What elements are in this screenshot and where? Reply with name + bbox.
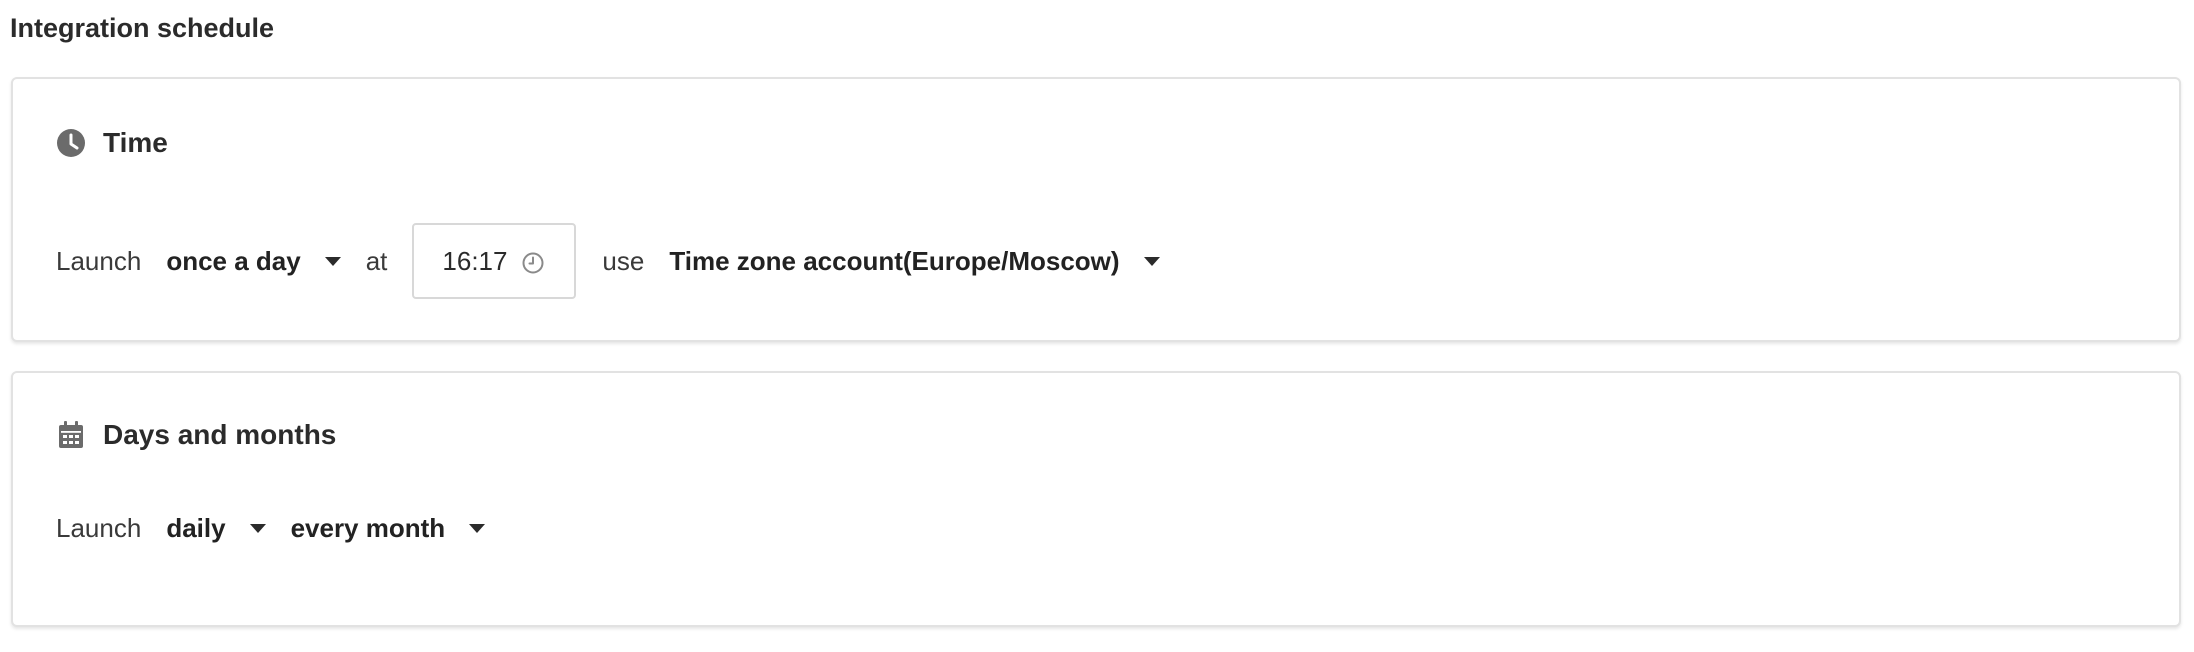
timezone-dropdown[interactable]: Time zone account(Europe/Moscow) bbox=[669, 244, 1160, 278]
time-card: Time Launch once a day at 16:17 use Time… bbox=[11, 77, 2181, 342]
frequency-dropdown[interactable]: once a day bbox=[166, 244, 341, 278]
at-label: at bbox=[365, 246, 388, 276]
months-value: every month bbox=[290, 513, 446, 543]
time-card-title: Time bbox=[103, 127, 168, 158]
timezone-value: Time zone account(Europe/Moscow) bbox=[669, 246, 1120, 276]
chevron-down-icon bbox=[324, 256, 341, 266]
months-dropdown[interactable]: every month bbox=[291, 511, 486, 545]
time-card-header: Time bbox=[55, 125, 168, 161]
clock-icon bbox=[55, 127, 87, 159]
clock-outline-icon[interactable] bbox=[521, 249, 545, 274]
integration-schedule-page: Integration schedule Time Launch once a … bbox=[0, 0, 2194, 652]
use-label: use bbox=[602, 246, 645, 276]
chevron-down-icon bbox=[469, 523, 486, 533]
days-value: daily bbox=[166, 513, 226, 543]
calendar-icon bbox=[55, 419, 87, 451]
days-card-title: Days and months bbox=[103, 419, 337, 450]
launch-label: Launch bbox=[56, 513, 142, 543]
time-launch-row: Launch once a day at 16:17 use Time zone… bbox=[56, 223, 1160, 299]
days-months-card: Days and months Launch daily every month bbox=[11, 371, 2181, 627]
time-input[interactable]: 16:17 bbox=[412, 223, 577, 299]
page-title: Integration schedule bbox=[10, 13, 275, 43]
chevron-down-icon bbox=[1143, 256, 1160, 266]
frequency-value: once a day bbox=[166, 246, 301, 276]
time-value: 16:17 bbox=[442, 246, 508, 276]
days-card-header: Days and months bbox=[55, 417, 336, 453]
launch-label: Launch bbox=[56, 246, 142, 276]
days-launch-row: Launch daily every month bbox=[56, 488, 486, 568]
chevron-down-icon bbox=[249, 523, 266, 533]
days-dropdown[interactable]: daily bbox=[166, 511, 266, 545]
